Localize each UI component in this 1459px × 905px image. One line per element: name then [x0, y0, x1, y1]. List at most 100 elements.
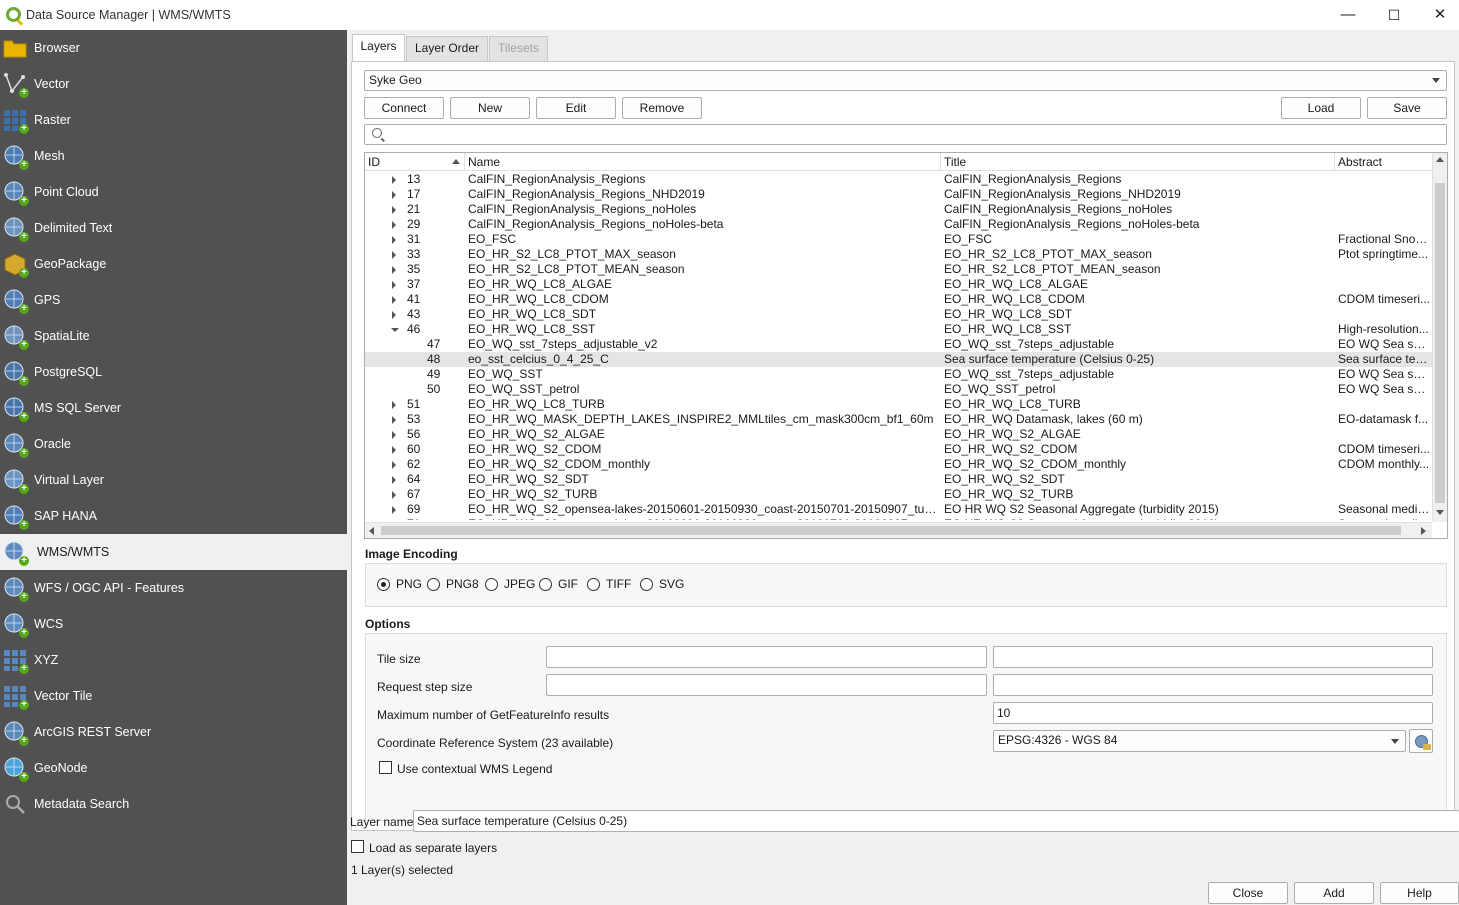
sidebar-item-sap-hana[interactable]: + SAP HANA [0, 498, 347, 534]
table-row[interactable]: 48 eo_sst_celcius_0_4_25_C Sea surface tem… [365, 352, 1432, 367]
sidebar-item-wms-wmts[interactable]: + WMS/WMTS [0, 534, 347, 570]
expand-arrow-icon[interactable] [392, 251, 396, 259]
horizontal-scroll-thumb[interactable] [381, 526, 1401, 535]
sidebar-item-ms-sql-server[interactable]: + MS SQL Server [0, 390, 347, 426]
layer-search-input[interactable] [364, 124, 1447, 145]
separate-layers-checkbox[interactable] [351, 840, 364, 853]
table-row[interactable]: 33 EO_HR_S2_LC8_PTOT_MAX_season EO_HR_S2_L… [365, 247, 1432, 262]
sidebar-item-wfs-ogc-api-features[interactable]: + WFS / OGC API - Features [0, 570, 347, 606]
sidebar-item-vector-tile[interactable]: + Vector Tile [0, 678, 347, 714]
expand-arrow-icon[interactable] [392, 506, 396, 514]
sidebar-item-xyz[interactable]: + XYZ [0, 642, 347, 678]
new-connection-button[interactable]: New [450, 97, 530, 119]
save-connections-button[interactable]: Save [1367, 97, 1447, 119]
table-row[interactable]: 60 EO_HR_WQ_S2_CDOM EO_HR_WQ_S2_CDOM CDOM t… [365, 442, 1432, 457]
minimize-button[interactable]: — [1325, 0, 1371, 30]
expand-arrow-icon[interactable] [392, 416, 396, 424]
expand-arrow-icon[interactable] [392, 176, 396, 184]
sidebar-item-raster[interactable]: + Raster [0, 102, 347, 138]
request-step-width-input[interactable] [546, 674, 987, 696]
expand-arrow-icon[interactable] [392, 446, 396, 454]
table-row[interactable]: 35 EO_HR_S2_LC8_PTOT_MEAN_season EO_HR_S2_… [365, 262, 1432, 277]
expand-arrow-icon[interactable] [392, 431, 396, 439]
column-header-title[interactable]: Title [941, 153, 1335, 171]
sidebar-item-postgresql[interactable]: + PostgreSQL [0, 354, 347, 390]
contextual-legend-checkbox[interactable] [379, 761, 392, 774]
table-row[interactable]: 37 EO_HR_WQ_LC8_ALGAE EO_HR_WQ_LC8_ALGAE [365, 277, 1432, 292]
radio-circle[interactable] [587, 578, 600, 591]
sidebar-item-wcs[interactable]: + WCS [0, 606, 347, 642]
table-row[interactable]: 41 EO_HR_WQ_LC8_CDOM EO_HR_WQ_LC8_CDOM CDOM… [365, 292, 1432, 307]
layer-tree-table[interactable]: ID Name Title Abstract 13 CalFIN_RegionAn… [364, 152, 1448, 539]
table-row[interactable]: 49 EO_WQ_SST EO_WQ_sst_7steps_adjustable EO… [365, 367, 1432, 382]
tile-width-input[interactable] [546, 646, 987, 668]
table-row[interactable]: 71 EO_HR_WQ_S2_opensea-lakes-20160601-201… [365, 517, 1432, 520]
expand-arrow-icon[interactable] [392, 266, 396, 274]
collapse-arrow-icon[interactable] [391, 328, 399, 332]
table-row[interactable]: 43 EO_HR_WQ_LC8_SDT EO_HR_WQ_LC8_SDT [365, 307, 1432, 322]
radio-circle[interactable] [427, 578, 440, 591]
tab-layers[interactable]: Layers [352, 34, 405, 62]
close-window-button[interactable]: ✕ [1417, 0, 1459, 30]
expand-arrow-icon[interactable] [392, 191, 396, 199]
table-row[interactable]: 46 EO_HR_WQ_LC8_SST EO_HR_WQ_LC8_SST High-r… [365, 322, 1432, 337]
scroll-left-icon[interactable] [369, 527, 374, 535]
sidebar-item-oracle[interactable]: + Oracle [0, 426, 347, 462]
sidebar-item-virtual-layer[interactable]: + Virtual Layer [0, 462, 347, 498]
radio-circle[interactable] [485, 578, 498, 591]
expand-arrow-icon[interactable] [392, 281, 396, 289]
table-row[interactable]: 47 EO_WQ_sst_7steps_adjustable_v2 EO_WQ_ss… [365, 337, 1432, 352]
sidebar-item-delimited-text[interactable]: + Delimited Text [0, 210, 347, 246]
table-row[interactable]: 31 EO_FSC EO_FSC Fractional Snow... [365, 232, 1432, 247]
edit-connection-button[interactable]: Edit [536, 97, 616, 119]
table-row[interactable]: 29 CalFIN_RegionAnalysis_Regions_noHoles-… [365, 217, 1432, 232]
radio-circle[interactable] [640, 578, 653, 591]
expand-arrow-icon[interactable] [392, 236, 396, 244]
layer-name-input[interactable]: Sea surface temperature (Celsius 0-25) [413, 810, 1459, 832]
sidebar-item-arcgis-rest-server[interactable]: + ArcGIS REST Server [0, 714, 347, 750]
horizontal-scrollbar[interactable] [365, 522, 1432, 538]
table-row[interactable]: 50 EO_WQ_SST_petrol EO_WQ_SST_petrol EO WQ … [365, 382, 1432, 397]
table-row[interactable]: 17 CalFIN_RegionAnalysis_Regions_NHD2019 C… [365, 187, 1432, 202]
add-button[interactable]: Add [1294, 882, 1374, 904]
expand-arrow-icon[interactable] [392, 206, 396, 214]
table-row[interactable]: 64 EO_HR_WQ_S2_SDT EO_HR_WQ_S2_SDT [365, 472, 1432, 487]
load-connections-button[interactable]: Load [1281, 97, 1361, 119]
scroll-down-icon[interactable] [1436, 510, 1444, 515]
sidebar-item-vector[interactable]: + Vector [0, 66, 347, 102]
scroll-up-icon[interactable] [1436, 157, 1444, 162]
scroll-right-icon[interactable] [1421, 527, 1426, 535]
table-row[interactable]: 21 CalFIN_RegionAnalysis_Regions_noHoles C… [365, 202, 1432, 217]
expand-arrow-icon[interactable] [392, 221, 396, 229]
tile-height-input[interactable] [993, 646, 1433, 668]
column-header-abstract[interactable]: Abstract [1335, 153, 1432, 171]
sidebar-item-browser[interactable]: Browser [0, 30, 347, 66]
sidebar-item-spatialite[interactable]: + SpatiaLite [0, 318, 347, 354]
tab-tilesets[interactable]: Tilesets [489, 36, 548, 61]
request-step-height-input[interactable] [993, 674, 1433, 696]
connection-select[interactable]: Syke Geo [364, 70, 1447, 91]
sidebar-item-point-cloud[interactable]: + Point Cloud [0, 174, 347, 210]
table-row[interactable]: 67 EO_HR_WQ_S2_TURB EO_HR_WQ_S2_TURB [365, 487, 1432, 502]
table-row[interactable]: 51 EO_HR_WQ_LC8_TURB EO_HR_WQ_LC8_TURB [365, 397, 1432, 412]
expand-arrow-icon[interactable] [392, 401, 396, 409]
table-row[interactable]: 53 EO_HR_WQ_MASK_DEPTH_LAKES_INSPIRE2_MML… [365, 412, 1432, 427]
crs-select[interactable]: EPSG:4326 - WGS 84 [993, 730, 1406, 752]
expand-arrow-icon[interactable] [392, 296, 396, 304]
remove-connection-button[interactable]: Remove [622, 97, 702, 119]
table-row[interactable]: 56 EO_HR_WQ_S2_ALGAE EO_HR_WQ_S2_ALGAE [365, 427, 1432, 442]
expand-arrow-icon[interactable] [392, 491, 396, 499]
radio-circle[interactable] [377, 578, 390, 591]
maximize-button[interactable]: ☐ [1371, 0, 1417, 30]
sidebar-item-gps[interactable]: + GPS [0, 282, 347, 318]
tab-layer-order[interactable]: Layer Order [406, 36, 488, 61]
expand-arrow-icon[interactable] [392, 311, 396, 319]
close-button[interactable]: Close [1208, 882, 1288, 904]
table-row[interactable]: 62 EO_HR_WQ_S2_CDOM_monthly EO_HR_WQ_S2_CD… [365, 457, 1432, 472]
column-header-id[interactable]: ID [365, 153, 465, 171]
vertical-scrollbar[interactable] [1432, 153, 1447, 522]
crs-select-button[interactable] [1409, 729, 1433, 753]
expand-arrow-icon[interactable] [392, 461, 396, 469]
expand-arrow-icon[interactable] [392, 476, 396, 484]
table-row[interactable]: 69 EO_HR_WQ_S2_opensea-lakes-20150601-201… [365, 502, 1432, 517]
